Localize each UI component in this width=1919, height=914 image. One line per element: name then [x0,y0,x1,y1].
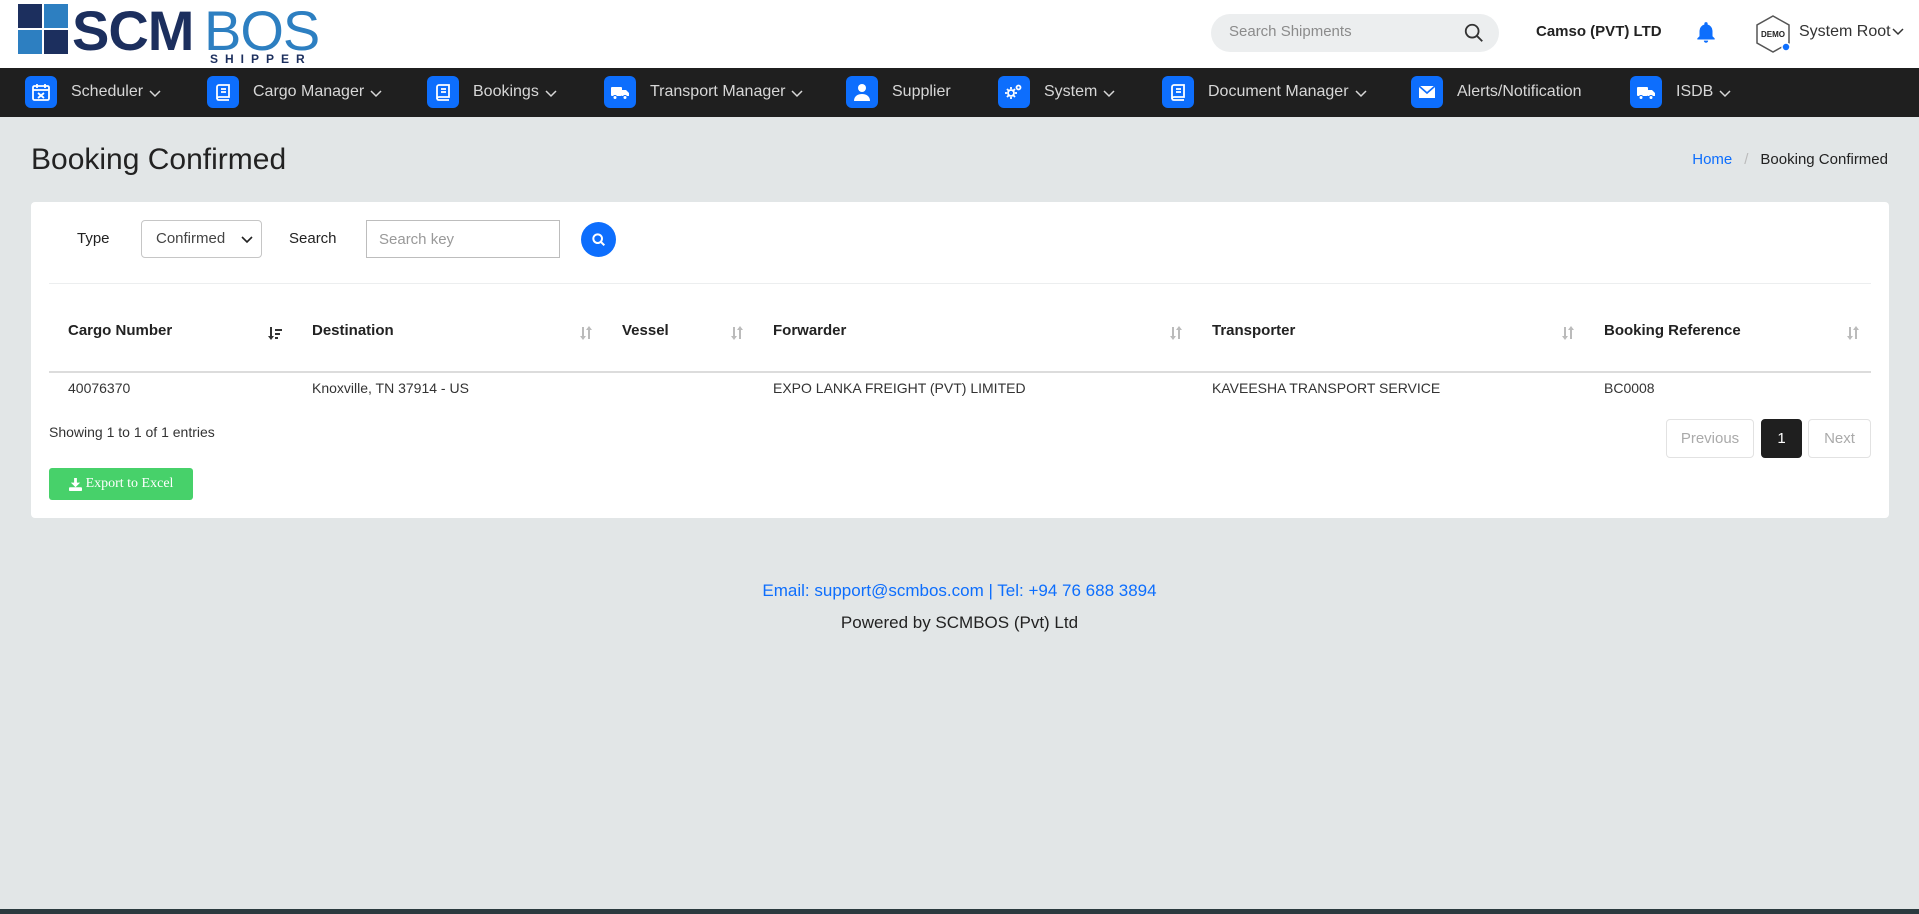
breadcrumb-separator: / [1744,151,1749,168]
sort-icon[interactable] [578,325,594,341]
nav-label: Cargo Manager [253,83,365,100]
nav-item-system[interactable]: System [998,75,1115,109]
table-header-divider [49,371,1871,373]
chevron-down-icon [545,90,557,98]
nav-item-scheduler[interactable]: Scheduler [25,75,161,109]
nav-label: Supplier [892,83,951,100]
chevron-down-icon [1354,90,1367,98]
user-name[interactable]: System Root [1799,23,1891,41]
nav-label: ISDB [1676,83,1714,100]
nav-label: Bookings [473,83,539,100]
type-select-value: Confirmed [156,230,226,247]
nav-label: Scheduler [71,83,144,100]
user-icon [846,76,878,108]
breadcrumb-current: Booking Confirmed [1760,151,1888,168]
export-excel-button[interactable]: Export to Excel [49,468,193,500]
page-title: Booking Confirmed [31,143,287,176]
column-header-destination[interactable]: Destination [312,322,394,339]
export-excel-label: Export to Excel [85,476,174,491]
bottom-bar [0,909,1919,914]
nav-item-document-manager[interactable]: Document Manager [1162,75,1367,109]
shipment-search-input[interactable] [1229,23,1449,40]
chevron-down-icon [791,90,803,98]
logo-tagline: SHIPPER [210,52,312,66]
shipment-search-box [1211,14,1499,52]
type-select[interactable]: Confirmed [141,220,262,258]
nav-item-bookings[interactable]: Bookings [427,75,557,109]
envelope-icon [1411,76,1443,108]
book-icon [427,76,459,108]
calendar-icon [25,76,57,108]
nav-label: Transport Manager [650,83,786,100]
sort-icon[interactable] [1845,325,1861,341]
breadcrumb: Home / Booking Confirmed [1692,151,1888,168]
footer-contact[interactable]: Email: support@scmbos.com | Tel: +94 76 … [0,581,1919,601]
book-icon [207,76,239,108]
footer-powered-by: Powered by SCMBOS (Pvt) Ltd [840,613,1079,632]
chevron-down-icon [241,236,253,244]
pagination-previous[interactable]: Previous [1666,419,1754,458]
cell-transporter: KAVEESHA TRANSPORT SERVICE [1212,380,1441,396]
type-label: Type [77,230,110,247]
divider [49,283,1871,284]
avatar-text: DEMO [1761,30,1785,39]
pagination-next[interactable]: Next [1808,419,1871,458]
column-header-cargo-number[interactable]: Cargo Number [68,322,172,339]
search-label: Search [289,230,337,247]
cell-forwarder: EXPO LANKA FREIGHT (PVT) LIMITED [773,380,1026,396]
main-nav: Scheduler Cargo Manager Bookings Transpo… [0,68,1919,117]
scmbos-logo[interactable]: SCM BOS SHIPPER [18,0,328,66]
breadcrumb-home-link[interactable]: Home [1692,151,1732,168]
column-header-forwarder[interactable]: Forwarder [773,322,846,339]
sort-icon[interactable] [1168,325,1184,341]
cell-destination: Knoxville, TN 37914 - US [312,380,469,396]
nav-item-cargo-manager[interactable]: Cargo Manager [207,75,382,109]
download-icon [68,477,82,491]
gears-icon [998,76,1030,108]
column-header-vessel[interactable]: Vessel [622,322,669,339]
search-key-input[interactable] [366,220,560,258]
search-icon [591,232,605,246]
chevron-down-icon [1103,90,1115,98]
column-header-booking-reference[interactable]: Booking Reference [1604,322,1741,339]
logo-mark [18,4,68,54]
avatar[interactable]: DEMO [1754,14,1792,54]
pagination-page-1[interactable]: 1 [1761,419,1802,458]
nav-label: Document Manager [1208,83,1349,100]
table-info: Showing 1 to 1 of 1 entries [49,424,215,440]
nav-item-supplier[interactable]: Supplier [846,75,951,109]
cell-cargo-number: 40076370 [68,380,131,396]
chevron-down-icon [1719,90,1731,98]
bell-icon[interactable] [1693,20,1719,46]
chevron-down-icon[interactable] [1892,28,1904,36]
nav-label: Alerts/Notification [1457,83,1582,100]
chevron-down-icon [370,90,382,98]
book-icon [1162,76,1194,108]
chevron-down-icon [149,90,161,98]
search-icon[interactable] [1463,22,1485,44]
company-name: Camso (PVT) LTD [1536,23,1662,40]
truck-icon [1630,76,1662,108]
nav-item-isdb[interactable]: ISDB [1630,75,1731,109]
results-card: Type Confirmed Search Cargo Number Desti… [31,202,1889,518]
top-header: SCM BOS SHIPPER Camso (PVT) LTD DEMO Sys… [0,0,1919,68]
column-header-transporter[interactable]: Transporter [1212,322,1295,339]
search-button[interactable] [581,222,616,257]
sort-icon[interactable] [729,325,745,341]
nav-item-alerts-notification[interactable]: Alerts/Notification [1411,75,1582,109]
nav-label: System [1044,83,1098,100]
truck-icon [604,76,636,108]
nav-item-transport-manager[interactable]: Transport Manager [604,75,803,109]
sort-desc-icon[interactable] [268,325,284,341]
sort-icon[interactable] [1560,325,1576,341]
logo-text-scm: SCM [72,0,194,62]
cell-booking-reference: BC0008 [1604,380,1655,396]
